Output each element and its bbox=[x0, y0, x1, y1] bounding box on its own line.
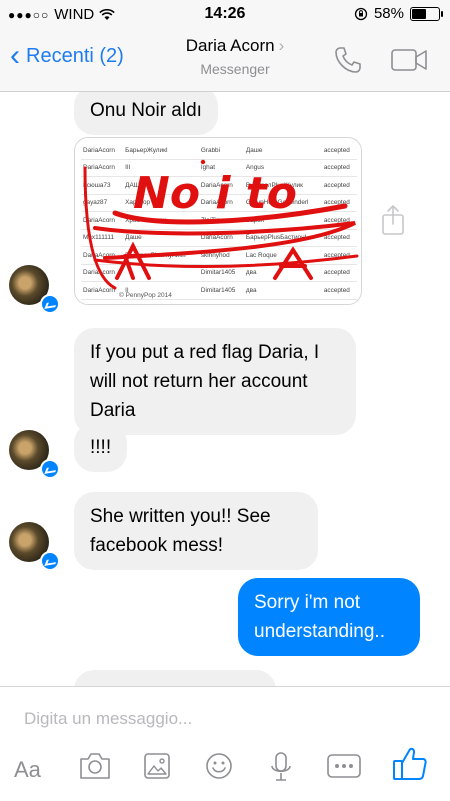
battery-fill bbox=[412, 8, 426, 19]
incoming-message: If you put a red flag Daria, I will not … bbox=[74, 328, 356, 435]
photo-gallery-icon[interactable] bbox=[142, 751, 172, 781]
message-composer: Digita un messaggio... Aa bbox=[0, 686, 450, 801]
outgoing-message: Sorry i'm not understanding.. bbox=[238, 578, 420, 656]
phone-icon[interactable] bbox=[332, 44, 364, 76]
text-format-button[interactable]: Aa bbox=[14, 757, 41, 783]
emoji-icon[interactable] bbox=[204, 751, 234, 781]
share-icon[interactable] bbox=[380, 204, 406, 236]
scribble-text: No i to bbox=[133, 168, 297, 219]
chevron-left-icon: ‹ bbox=[10, 39, 20, 72]
camera-icon[interactable] bbox=[78, 751, 112, 781]
image-caption: © PennyPop 2014 bbox=[119, 292, 172, 299]
chevron-right-icon: › bbox=[278, 36, 285, 55]
contact-subtitle: Messenger bbox=[200, 61, 270, 77]
back-label: Recenti (2) bbox=[26, 44, 124, 67]
incoming-message: She written you!! See facebook mess! bbox=[74, 492, 318, 570]
microphone-icon[interactable] bbox=[268, 751, 294, 783]
message-input[interactable]: Digita un messaggio... bbox=[24, 709, 192, 729]
rotation-lock-icon bbox=[354, 7, 368, 20]
thumbs-up-icon[interactable] bbox=[392, 745, 428, 783]
contact-title[interactable]: Daria Acorn › Messenger bbox=[150, 36, 320, 77]
conversation-header: ‹ Recenti (2) Daria Acorn › Messenger bbox=[0, 28, 450, 92]
video-call-icon[interactable] bbox=[390, 46, 430, 74]
messenger-badge-icon bbox=[40, 459, 60, 479]
messenger-badge-icon bbox=[40, 294, 60, 314]
status-bar: ●●●○○ WIND 14:26 58% bbox=[0, 0, 450, 28]
battery-icon bbox=[410, 6, 443, 21]
back-button[interactable]: ‹ Recenti (2) bbox=[10, 39, 124, 72]
message-thread[interactable]: Onu Noir aldı DariaAcorn БарьерЖуликI Grab… bbox=[0, 92, 450, 686]
messenger-badge-icon bbox=[40, 551, 60, 571]
incoming-message: Onu Noir aldı bbox=[74, 92, 218, 135]
shared-image[interactable]: DariaAcorn БарьерЖуликI Grabbi Даше accepted… bbox=[74, 137, 362, 305]
incoming-message-partial bbox=[74, 670, 276, 686]
contact-name: Daria Acorn bbox=[185, 36, 275, 55]
status-right: 58% bbox=[354, 5, 443, 22]
battery-percent: 58% bbox=[373, 5, 404, 22]
red-scribble-overlay: No i to bbox=[83, 159, 359, 290]
composer-toolbar: Aa bbox=[0, 739, 450, 799]
incoming-message: !!!! bbox=[74, 423, 128, 472]
more-options-icon[interactable] bbox=[326, 753, 362, 779]
